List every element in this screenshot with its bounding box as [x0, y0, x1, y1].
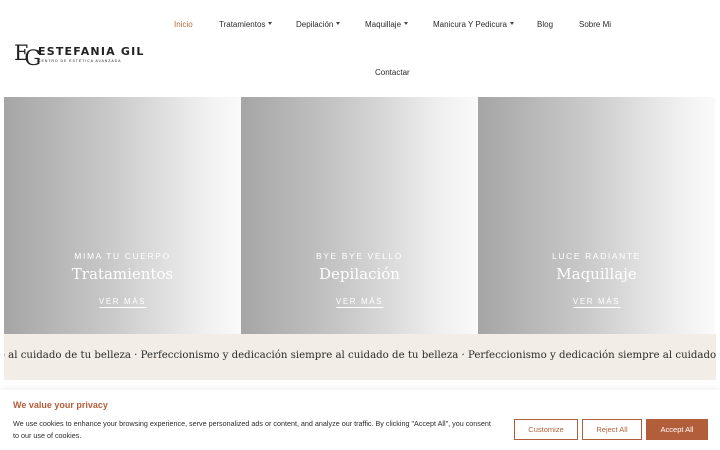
card-kicker: BYE BYE VELLO	[316, 251, 403, 261]
cookie-title: We value your privacy	[13, 400, 108, 410]
chevron-down-icon	[509, 22, 514, 25]
nav-item-maquillaje[interactable]: Maquillaje	[365, 20, 409, 30]
nav-item-inicio[interactable]: Inicio	[174, 20, 193, 30]
site-header: EG ESTEFANIA GIL CENTRO DE ESTÉTICA AVAN…	[0, 0, 720, 92]
card-depilacion[interactable]: BYE BYE VELLO Depilación VER MÁS	[241, 97, 478, 334]
nav-item-sobre-mi[interactable]: Sobre Mi	[579, 20, 611, 30]
nav-item-tratamientos[interactable]: Tratamientos	[219, 20, 273, 30]
accept-all-button[interactable]: Accept All	[646, 419, 708, 440]
main-nav: Inicio Tratamientos Depilación Maquillaj…	[0, 0, 720, 92]
nav-item-manicura-pedicura[interactable]: Manicura Y Pedicura	[433, 20, 514, 30]
cookie-text: We use cookies to enhance your browsing …	[13, 419, 491, 440]
card-title: Depilación	[319, 265, 400, 283]
card-tratamientos[interactable]: MIMA TU CUERPO Tratamientos VER MÁS	[4, 97, 241, 334]
ver-mas-link[interactable]: VER MÁS	[572, 297, 621, 308]
customize-button[interactable]: Customize	[514, 419, 578, 440]
chevron-down-icon	[268, 22, 273, 25]
marquee-text: re al cuidado de tu belleza · Perfeccion…	[4, 350, 716, 361]
cookie-banner: We value your privacy We use cookies to …	[0, 390, 720, 450]
nav-item-depilacion[interactable]: Depilación	[296, 20, 341, 30]
nav-item-contactar[interactable]: Contactar	[375, 68, 410, 78]
reject-all-button[interactable]: Reject All	[582, 419, 642, 440]
card-title: Tratamientos	[71, 265, 174, 283]
chevron-down-icon	[404, 22, 409, 25]
ver-mas-link[interactable]: VER MÁS	[98, 297, 147, 308]
chevron-down-icon	[336, 22, 341, 25]
card-kicker: LUCE RADIANTE	[552, 251, 641, 261]
nav-item-blog[interactable]: Blog	[537, 20, 553, 30]
card-maquillaje[interactable]: LUCE RADIANTE Maquillaje VER MÁS	[478, 97, 715, 334]
card-title: Maquillaje	[556, 265, 637, 283]
marquee-banner: re al cuidado de tu belleza · Perfeccion…	[4, 334, 716, 380]
card-kicker: MIMA TU CUERPO	[74, 251, 171, 261]
ver-mas-link[interactable]: VER MÁS	[335, 297, 384, 308]
